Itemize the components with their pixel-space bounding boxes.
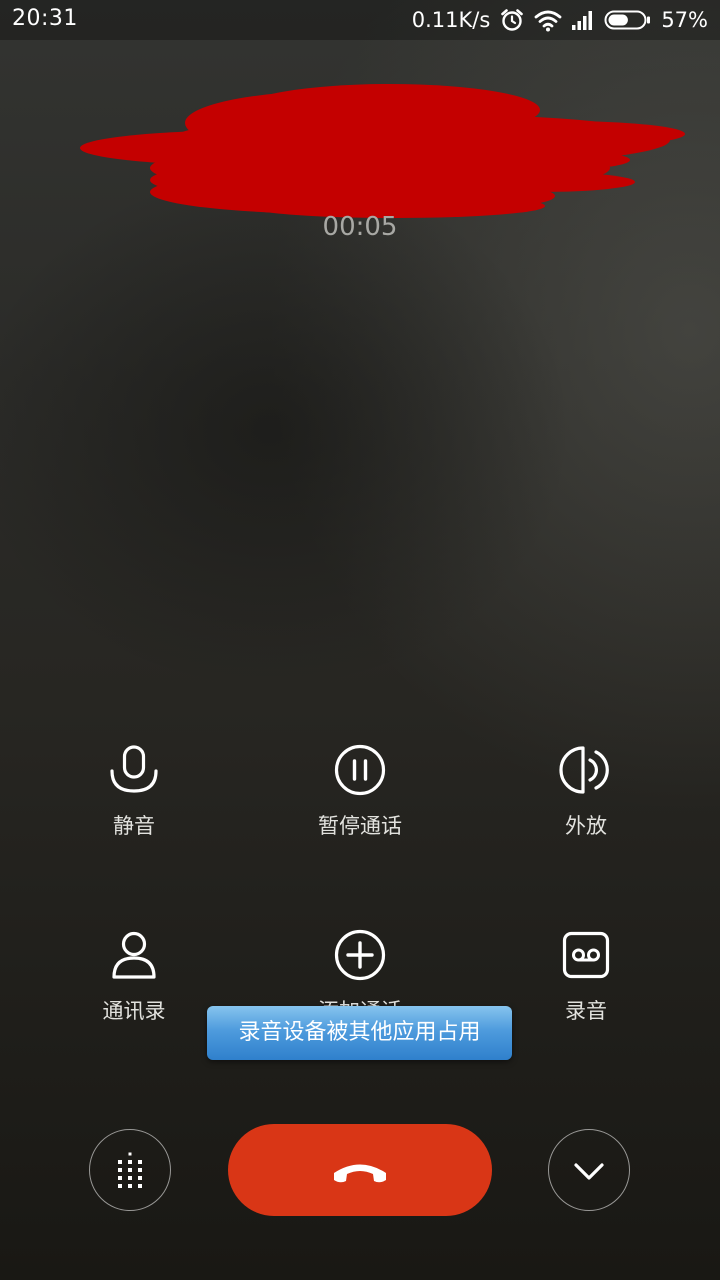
speaker-button[interactable]: 外放 — [486, 742, 686, 852]
alarm-icon — [499, 7, 525, 33]
battery-icon — [604, 9, 652, 31]
speaker-label: 外放 — [565, 814, 607, 838]
battery-percent: 57% — [661, 8, 708, 32]
mute-button[interactable]: 静音 — [34, 742, 234, 852]
dialpad-icon — [118, 1152, 142, 1188]
call-duration: 00:05 — [322, 212, 398, 242]
collapse-button[interactable] — [548, 1129, 630, 1211]
microphone-icon — [110, 745, 158, 793]
in-call-screen: 20:31 0.11K/s 57% 00:05 静音 暂停通话 外放 通讯录 录… — [0, 0, 720, 1280]
add-call-icon — [334, 929, 386, 981]
wifi-icon — [534, 8, 562, 32]
chevron-down-icon — [574, 1163, 604, 1180]
status-time: 20:31 — [12, 6, 78, 31]
network-speed: 0.11K/s — [411, 8, 491, 32]
redacted-contact-name — [80, 84, 685, 218]
signal-icon — [571, 9, 595, 31]
record-icon — [562, 931, 610, 979]
record-button[interactable]: 录音 — [486, 927, 686, 1037]
end-call-button[interactable] — [228, 1124, 492, 1216]
pause-icon — [334, 744, 386, 796]
hangup-icon — [334, 1164, 386, 1183]
status-bar: 20:31 0.11K/s 57% — [0, 0, 720, 40]
hold-call-label: 暂停通话 — [318, 814, 402, 838]
status-indicators: 0.11K/s 57% — [412, 6, 708, 34]
contacts-icon — [112, 931, 156, 979]
dialpad-button[interactable] — [89, 1129, 171, 1211]
hold-call-button[interactable]: 暂停通话 — [260, 742, 460, 852]
mute-label: 静音 — [113, 814, 155, 838]
record-label: 录音 — [565, 999, 607, 1023]
contacts-button[interactable]: 通讯录 — [34, 927, 234, 1037]
toast-message: 录音设备被其他应用占用 — [207, 1006, 512, 1060]
speaker-icon — [559, 746, 609, 794]
contacts-label: 通讯录 — [102, 999, 166, 1023]
